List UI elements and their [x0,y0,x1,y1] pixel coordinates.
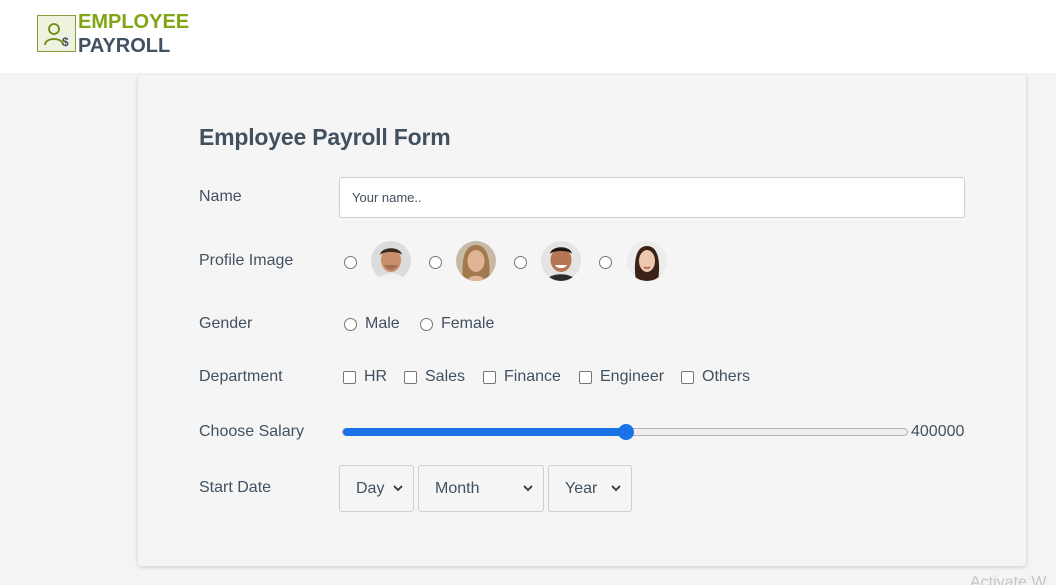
gender-label: Gender [199,315,253,332]
salary-slider-fill [343,428,626,436]
profile-image-label: Profile Image [199,252,294,269]
logo-line-payroll: PAYROLL [78,35,171,57]
gender-option-male[interactable]: Male [344,315,400,333]
male-avatar-1-icon[interactable] [371,241,411,281]
female-avatar-2-icon[interactable] [627,241,667,281]
department-engineer-label: Engineer [600,368,665,385]
payroll-form-card: Employee Payroll Form Name Profile Image [138,75,1026,566]
name-label: Name [199,188,242,205]
gender-male-label: Male [365,315,400,332]
department-option-hr[interactable]: HR [343,368,387,386]
salary-label: Choose Salary [199,423,304,440]
chevron-down-icon [611,485,621,492]
department-sales-checkbox[interactable] [404,370,417,384]
department-option-engineer[interactable]: Engineer [579,368,664,386]
department-option-others[interactable]: Others [681,368,750,386]
department-option-sales[interactable]: Sales [404,368,465,386]
department-hr-label: HR [364,368,388,385]
gender-female-label: Female [441,315,495,332]
start-date-label: Start Date [199,479,272,496]
salary-slider-thumb[interactable] [618,424,634,440]
name-input[interactable] [339,177,965,218]
department-engineer-checkbox[interactable] [579,370,592,384]
profile-radio-1[interactable] [344,256,357,269]
female-avatar-1-icon[interactable] [456,241,496,281]
department-label: Department [199,368,283,385]
profile-radio-3[interactable] [514,256,527,269]
gender-option-female[interactable]: Female [420,315,494,333]
svg-text:$: $ [62,35,69,49]
month-select[interactable]: Month [418,465,544,512]
day-select[interactable]: Day [339,465,414,512]
department-sales-label: Sales [425,368,466,385]
department-hr-checkbox[interactable] [343,370,356,384]
department-others-checkbox[interactable] [681,370,694,384]
year-select-value: Year [565,479,598,497]
year-select[interactable]: Year [548,465,632,512]
salary-value: 400000 [911,423,965,440]
department-finance-label: Finance [504,368,561,385]
logo-line-employee: EMPLOYEE [78,11,190,33]
month-select-value: Month [435,479,480,497]
male-avatar-2-icon[interactable] [541,241,581,281]
form-title: Employee Payroll Form [199,124,451,150]
department-option-finance[interactable]: Finance [483,368,561,386]
day-select-value: Day [356,479,385,497]
gender-female-radio[interactable] [420,317,433,331]
salary-slider[interactable] [342,424,908,440]
chevron-down-icon [393,485,403,492]
activate-windows-watermark: Activate W [970,574,1047,585]
profile-radio-4[interactable] [599,256,612,269]
profile-radio-2[interactable] [429,256,442,269]
employee-payroll-icon: $ [37,15,76,52]
app-logo-text: EMPLOYEE PAYROLL [78,10,189,58]
department-finance-checkbox[interactable] [483,370,496,384]
gender-male-radio[interactable] [344,317,357,331]
department-others-label: Others [702,368,751,385]
app-header: $ EMPLOYEE PAYROLL [0,0,1056,73]
chevron-down-icon [523,485,533,492]
